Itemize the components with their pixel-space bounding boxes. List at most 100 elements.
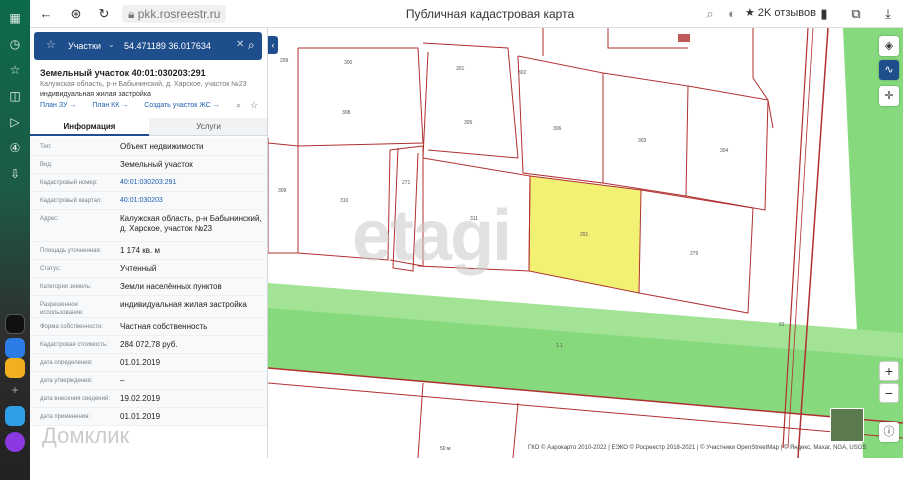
shield-icon[interactable]: ⊛ [68, 6, 84, 22]
parcel-label: 302 [518, 70, 527, 76]
info-value: 1 174 кв. м [120, 246, 160, 255]
info-value: – [120, 376, 125, 385]
info-value[interactable]: 40:01:030203:291 [120, 178, 265, 188]
search-type-select[interactable]: Участки [68, 41, 101, 51]
reload-icon[interactable]: ↻ [96, 6, 112, 22]
watermark-logo: Домклик [42, 423, 130, 448]
parcel-label: 309 [278, 188, 287, 194]
info-row: Форма собственности: Частная собственност… [30, 318, 267, 336]
parcel-label: 308 [342, 110, 351, 116]
add-icon[interactable]: + [7, 382, 23, 398]
info-key: Кадастровый квартал: [40, 198, 103, 204]
bottom-strip [30, 458, 903, 480]
parcel-label: 306 [553, 126, 562, 132]
watermark-logo: etagi [352, 196, 512, 276]
video-icon[interactable]: ▷ [7, 114, 23, 130]
share-icon[interactable]: ⧉ [848, 6, 864, 22]
parcel-label: 279 [690, 251, 699, 257]
tab-info[interactable]: Информация [30, 118, 149, 136]
info-key: Форма собственности: [40, 324, 104, 330]
search-page-icon[interactable]: ⌕ [702, 6, 718, 22]
system-dock: ▦ ◷ ☆ ◫ ▷ ④ ⇩ + [0, 0, 30, 480]
star-icon: ★ [745, 7, 758, 19]
favorite-icon[interactable]: ☆ [250, 100, 258, 111]
create-plot-link[interactable]: Создать участок ЖС → [144, 102, 220, 109]
parcel-label: 291 [580, 232, 589, 238]
info-row: Площадь уточненная: 1 174 кв. м [30, 242, 267, 260]
page-title: Публичная кадастровая карта [405, 7, 575, 21]
back-icon[interactable]: ← [38, 6, 54, 22]
reviews-badge[interactable]: ★ 2K отзывов [745, 6, 816, 19]
collections-icon[interactable]: ◫ [7, 88, 23, 104]
info-row: дата внесения сведений: 19.02.2019 [30, 390, 267, 408]
info-key: Разрешенное использование: [40, 302, 84, 316]
parcel-label: 305 [464, 120, 473, 126]
object-title: Земельный участок 40:01:030203:291 [40, 68, 206, 78]
zoom-out-button[interactable]: − [879, 383, 899, 403]
search-icon[interactable]: ⌕ [248, 38, 255, 53]
info-table: Тип: Объект недвижимости Вид: Земельный уча… [30, 138, 267, 426]
plan-kk-link[interactable]: План КК → [92, 102, 128, 109]
info-panel: ☆ Участки ⌄ 54.471189 36.017634 ✕ ⌕ Земе… [30, 28, 268, 458]
info-value: Калужская область, р-н Бабынинский, д. Х… [120, 214, 262, 233]
info-key: Тип: [40, 144, 52, 150]
zoom-in-button[interactable]: + [879, 361, 899, 381]
basemap-thumbnail[interactable] [830, 408, 864, 442]
app-icon[interactable] [5, 406, 25, 426]
zoom-to-icon[interactable]: ⌕ [236, 100, 241, 111]
app-icon[interactable] [5, 314, 25, 334]
plan-zu-link[interactable]: План ЗУ → [40, 102, 76, 109]
clock-icon[interactable]: ◷ [7, 36, 23, 52]
chevron-down-icon[interactable]: ⌄ [108, 40, 115, 49]
parcel-label: 21 [779, 322, 785, 328]
info-row: Адрес: Калужская область, р-н Бабынинский… [30, 210, 267, 242]
info-value: 01.01.2019 [120, 412, 161, 421]
info-value: 284 072,78 руб. [120, 340, 178, 349]
collapse-panel-button[interactable]: ‹ [268, 36, 278, 54]
object-address: Калужская область, р-н Бабынинский, д. Х… [40, 81, 247, 88]
star-icon[interactable]: ☆ [7, 62, 23, 78]
parcel-label: 1.1 [556, 343, 563, 349]
info-row: Разрешенное использование: индивидуальная… [30, 296, 267, 318]
info-key: Статус: [40, 266, 61, 272]
info-key: дата внесения сведений: [40, 396, 110, 402]
clear-icon[interactable]: ✕ [236, 39, 244, 50]
search-bar[interactable]: ☆ Участки ⌄ 54.471189 36.017634 ✕ ⌕ [34, 32, 262, 60]
info-key: дата утверждения: [40, 378, 93, 384]
app-icon[interactable] [5, 358, 25, 378]
favorites-icon[interactable]: ☆ [46, 38, 56, 51]
address-bar[interactable]: 🔒︎ pkk.rosreestr.ru [122, 5, 227, 23]
info-row: Тип: Объект недвижимости [30, 138, 267, 156]
info-key: Вид: [40, 162, 53, 168]
app-icon[interactable] [5, 432, 25, 452]
bookmark-icon[interactable]: ▮ [816, 6, 832, 22]
info-value[interactable]: 40:01:030203 [120, 196, 265, 206]
info-value: Частная собственность [120, 322, 208, 331]
tab-services[interactable]: Услуги [149, 118, 267, 136]
object-links: План ЗУ → План КК → Создать участок ЖС → [40, 102, 234, 109]
info-row: Статус: Учтенный [30, 260, 267, 278]
browser-toolbar: ← ⊛ ↻ 🔒︎ pkk.rosreestr.ru Публичная када… [30, 0, 903, 28]
locate-icon[interactable]: ✛ [879, 86, 899, 106]
info-row: Вид: Земельный участок [30, 156, 267, 174]
download-icon[interactable]: ⤓ [880, 6, 896, 22]
grid-icon[interactable]: ▦ [7, 10, 23, 26]
map-attribution: ГКО © Аэрокарто 2010-2022 | ЕЭКО © Росре… [528, 445, 867, 451]
info-row: дата определения: 01.01.2019 [30, 354, 267, 372]
layers-icon[interactable]: ◈ [879, 36, 899, 56]
object-header: Земельный участок 40:01:030203:291 Калуж… [30, 64, 267, 102]
search-input[interactable]: 54.471189 36.017634 [124, 41, 211, 51]
info-value: Объект недвижимости [120, 142, 204, 151]
info-value: Земельный участок [120, 160, 193, 169]
sound-icon[interactable]: ◐ [724, 6, 740, 22]
tab-counter-icon[interactable]: ④ [7, 140, 23, 156]
measure-icon[interactable]: ∿ [879, 60, 899, 80]
info-icon[interactable]: ⓘ [879, 422, 899, 442]
info-value: 19.02.2019 [120, 394, 161, 403]
object-usage: индивидуальная жилая застройка [40, 91, 151, 98]
app-icon[interactable] [5, 338, 25, 358]
info-key: Кадастровая стоимость: [40, 342, 108, 348]
info-row: Категория земель: Земли населённых пункто… [30, 278, 267, 296]
download-icon[interactable]: ⇩ [7, 166, 23, 182]
info-key: Площадь уточненная: [40, 248, 102, 254]
